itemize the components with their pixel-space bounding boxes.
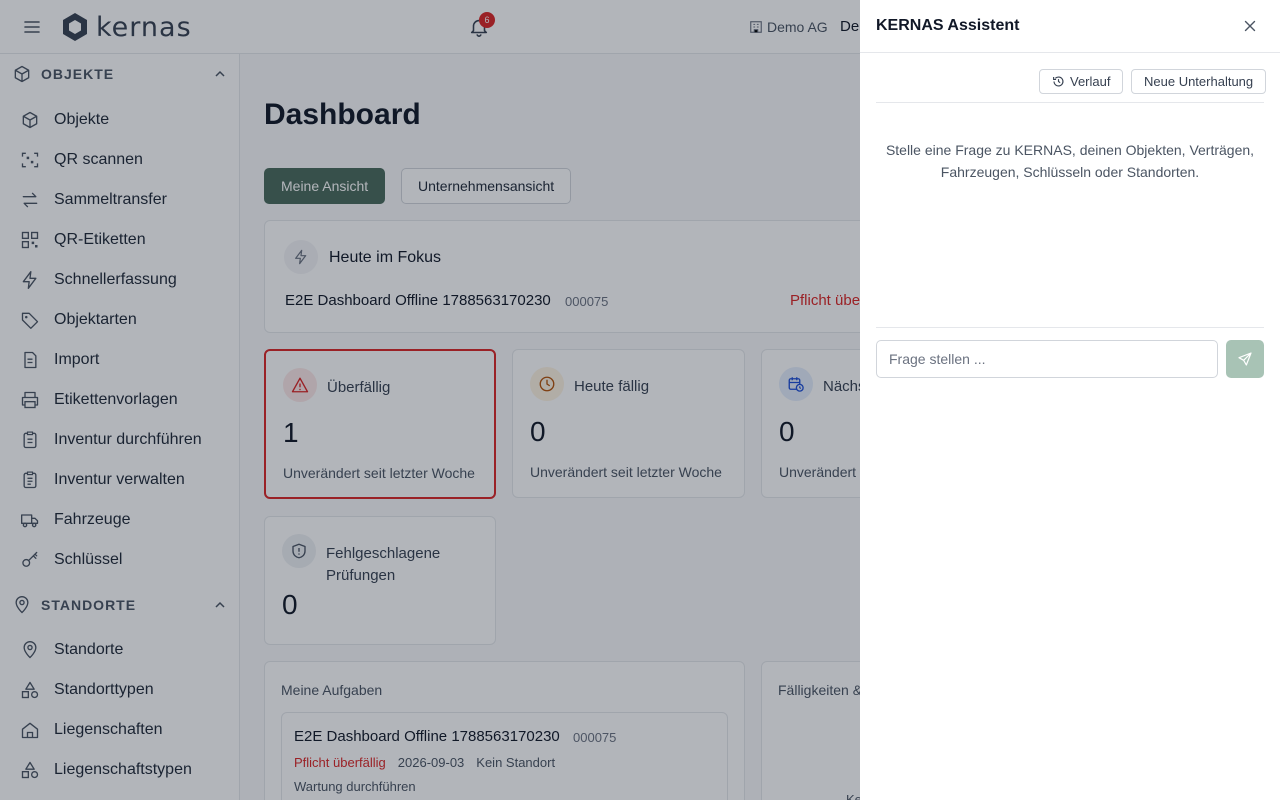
modal-backdrop[interactable] (0, 0, 860, 800)
send-button[interactable] (1226, 340, 1264, 378)
assistant-title: KERNAS Assistent (876, 17, 1020, 34)
assistant-hint: Stelle eine Frage zu KERNAS, deinen Obje… (885, 142, 1255, 180)
divider (876, 327, 1264, 328)
assistant-panel: KERNAS Assistent Verlauf Neue Unterhaltu… (860, 0, 1280, 800)
history-button[interactable]: Verlauf (1039, 69, 1124, 94)
divider (860, 52, 1280, 53)
history-icon (1053, 76, 1064, 87)
send-icon (1238, 352, 1252, 366)
close-icon[interactable] (1242, 18, 1258, 34)
divider (876, 102, 1264, 103)
history-label: Verlauf (1070, 74, 1111, 89)
new-conversation-button[interactable]: Neue Unterhaltung (1131, 69, 1267, 94)
question-input[interactable] (876, 340, 1218, 378)
